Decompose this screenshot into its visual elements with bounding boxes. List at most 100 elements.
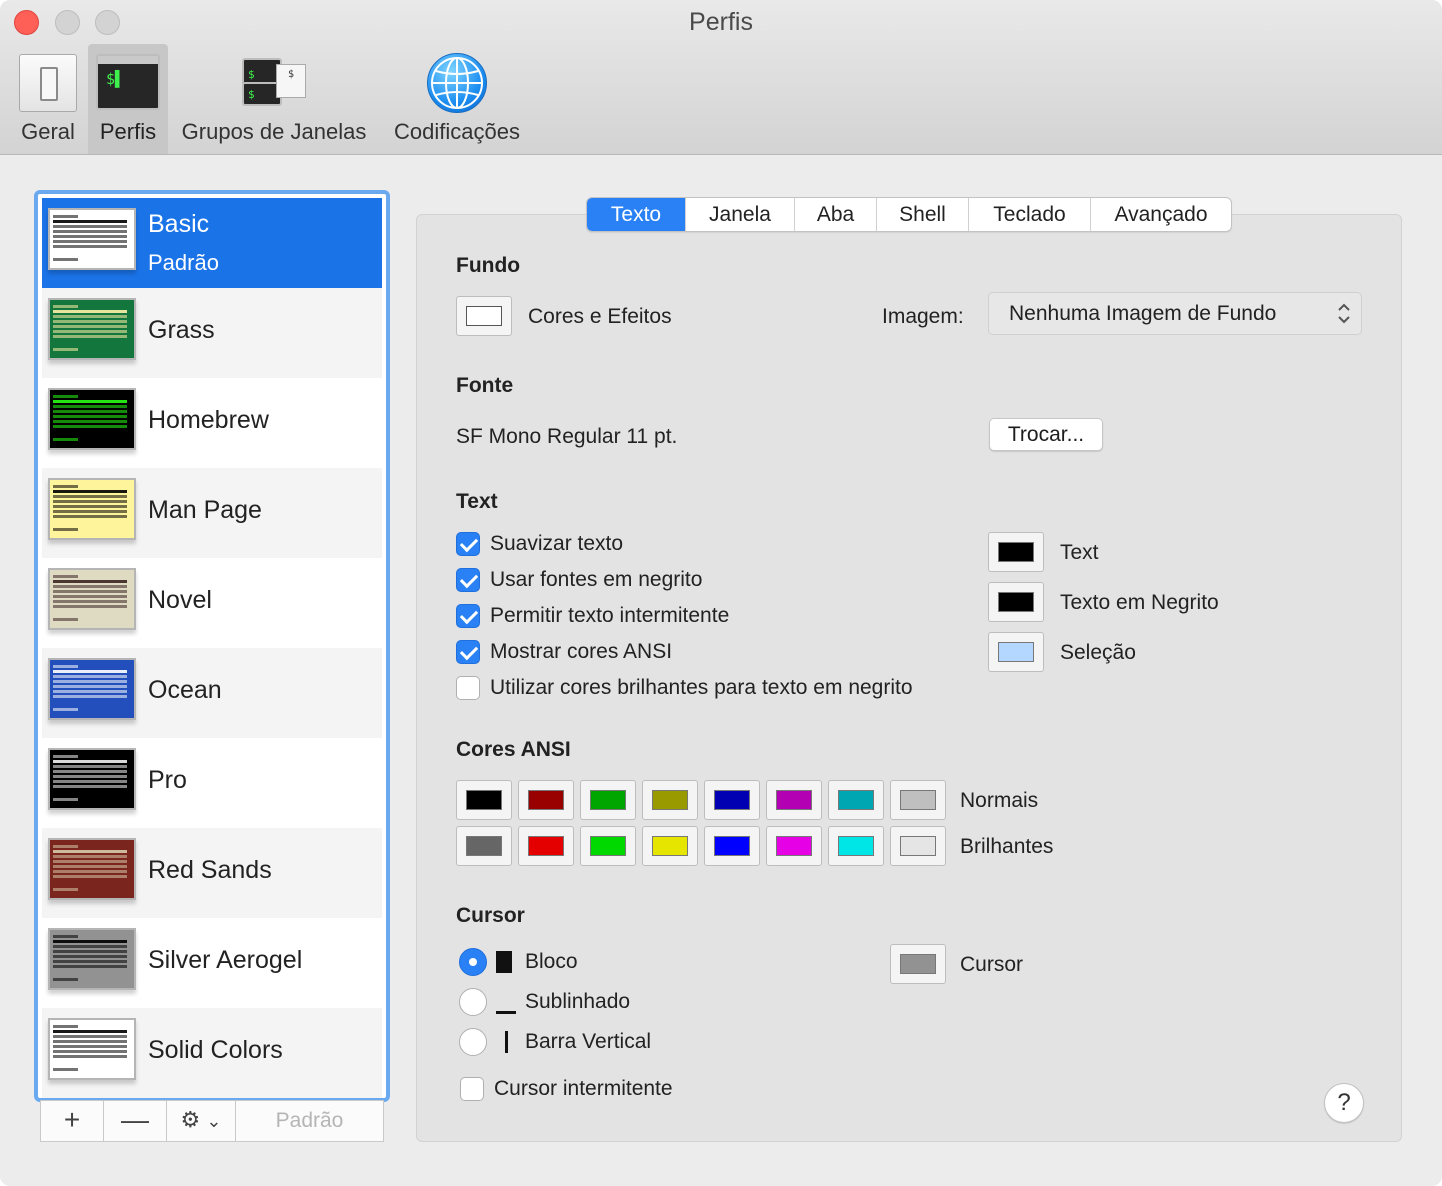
gear-icon: ⚙	[180, 1107, 201, 1132]
ansi-normal-color-well[interactable]	[704, 780, 760, 820]
ansi-normal-color-well[interactable]	[456, 780, 512, 820]
profile-thumbnail	[48, 298, 136, 360]
text-color-well[interactable]	[988, 632, 1044, 672]
profile-name: Homebrew	[148, 406, 269, 434]
profile-thumbnail	[48, 568, 136, 630]
profile-thumbnail	[48, 1018, 136, 1080]
profile-name: Silver Aerogel	[148, 946, 303, 974]
toolbar-item-grupos-de-janelas[interactable]: $ $ $ Grupos de Janelas	[176, 44, 372, 154]
tab-teclado[interactable]: Teclado	[969, 198, 1091, 231]
ansi-bright-color-well[interactable]	[518, 826, 574, 866]
ansi-normal-color-well[interactable]	[518, 780, 574, 820]
change-font-button[interactable]: Trocar...	[989, 418, 1103, 451]
ansi-normal-color-well[interactable]	[890, 780, 946, 820]
tab-aba[interactable]: Aba	[795, 198, 877, 231]
profile-item[interactable]: Ocean	[42, 648, 382, 738]
profile-item[interactable]: Grass	[42, 288, 382, 378]
ansi-normal-color-well[interactable]	[642, 780, 698, 820]
ansi-normal-color-well[interactable]	[828, 780, 884, 820]
ansi-bright-color-well[interactable]	[642, 826, 698, 866]
profile-thumbnail	[48, 748, 136, 810]
ansi-bright-color-well[interactable]	[766, 826, 822, 866]
cursor-style-label: Sublinhado	[525, 990, 631, 1013]
colors-effects-label: Cores e Efeitos	[528, 305, 672, 328]
profile-item[interactable]: Pro	[42, 738, 382, 828]
cursor-style-label: Barra Vertical	[525, 1030, 652, 1053]
tab-bar: Texto Janela Aba Shell Teclado Avançado	[586, 197, 1232, 232]
ansi-normal-color-well[interactable]	[766, 780, 822, 820]
toolbar: Perfis Geral $▌ Perfis $ $ $ Grupos de J…	[0, 0, 1442, 155]
prompt-glyph: $▌	[106, 70, 125, 88]
cursor-color-label: Cursor	[960, 953, 1024, 976]
ansi-bright-color-well[interactable]	[828, 826, 884, 866]
ansi-bright-color-well[interactable]	[456, 826, 512, 866]
background-color-well[interactable]	[456, 296, 512, 336]
blink-cursor-checkbox[interactable]	[460, 1077, 484, 1101]
window-title: Perfis	[689, 8, 753, 36]
ansi-normal-color-well[interactable]	[580, 780, 636, 820]
profile-thumbnail	[48, 208, 136, 270]
text-option-checkbox[interactable]	[456, 604, 480, 628]
tab-avancado[interactable]: Avançado	[1091, 198, 1231, 231]
set-default-button[interactable]: Padrão	[235, 1100, 384, 1142]
section-fonte-title: Fonte	[456, 374, 514, 397]
profile-default-label: Padrão	[148, 250, 219, 275]
profile-item[interactable]: Basic Padrão	[42, 198, 382, 288]
toolbar-item-label: Perfis	[99, 119, 157, 144]
tab-janela[interactable]: Janela	[686, 198, 795, 231]
help-button[interactable]: ?	[1324, 1083, 1364, 1123]
switch-icon	[19, 54, 77, 112]
background-image-select[interactable]: Nenhuma Imagem de Fundo	[988, 292, 1362, 335]
preferences-window: Perfis Geral $▌ Perfis $ $ $ Grupos de J…	[0, 0, 1442, 1186]
ansi-bright-color-well[interactable]	[704, 826, 760, 866]
text-option-checkbox[interactable]	[456, 568, 480, 592]
profile-actions-menu[interactable]: ⚙ ⌄	[166, 1100, 236, 1142]
cursor-style-radio[interactable]	[459, 1028, 487, 1056]
toolbar-item-geral[interactable]: Geral	[10, 44, 86, 154]
profile-thumbnail	[48, 388, 136, 450]
image-label: Imagem:	[882, 305, 964, 328]
remove-profile-button[interactable]: —	[103, 1100, 167, 1142]
profile-item[interactable]: Red Sands	[42, 828, 382, 918]
text-color-well[interactable]	[988, 582, 1044, 622]
toolbar-item-label: Geral	[21, 119, 75, 144]
profile-item[interactable]: Silver Aerogel	[42, 918, 382, 1008]
section-fundo-title: Fundo	[456, 254, 521, 277]
profile-list-buttons: + — ⚙ ⌄ Padrão	[40, 1100, 384, 1142]
add-profile-button[interactable]: +	[40, 1100, 104, 1142]
underline-cursor-icon	[496, 1011, 516, 1014]
text-option-checkbox[interactable]	[456, 640, 480, 664]
text-option-checkbox[interactable]	[456, 532, 480, 556]
ansi-bright-label: Brilhantes	[960, 835, 1054, 858]
ansi-bright-color-well[interactable]	[580, 826, 636, 866]
cursor-color-well[interactable]	[890, 944, 946, 984]
vertical-bar-cursor-icon	[505, 1031, 508, 1053]
cursor-style-label: Bloco	[525, 950, 578, 973]
globe-icon	[427, 53, 487, 113]
text-option-checkbox[interactable]	[456, 676, 480, 700]
terminal-icon: $▌	[96, 54, 160, 110]
tab-texto[interactable]: Texto	[587, 198, 686, 231]
profile-thumbnail	[48, 838, 136, 900]
toolbar-item-perfis[interactable]: $▌ Perfis	[88, 44, 168, 154]
tab-shell[interactable]: Shell	[877, 198, 969, 231]
profile-item[interactable]: Solid Colors	[42, 1008, 382, 1098]
chevron-down-icon: ⌄	[206, 1111, 222, 1131]
section-text-title: Text	[456, 490, 498, 513]
profile-item[interactable]: Novel	[42, 558, 382, 648]
profile-name: Pro	[148, 766, 187, 794]
profile-item[interactable]: Man Page	[42, 468, 382, 558]
ansi-normal-label: Normais	[960, 789, 1039, 812]
toolbar-item-label: Grupos de Janelas	[181, 119, 367, 144]
profile-list[interactable]: Basic Padrão Grass Homebrew Man Page Novel Oce…	[34, 190, 390, 1102]
section-cursor-title: Cursor	[456, 904, 525, 927]
profile-name: Grass	[148, 316, 215, 344]
text-color-well[interactable]	[988, 532, 1044, 572]
toolbar-item-codificacoes[interactable]: Codificações	[386, 44, 528, 154]
cursor-style-radio[interactable]	[459, 948, 487, 976]
cursor-style-radio[interactable]	[459, 988, 487, 1016]
ansi-bright-color-well[interactable]	[890, 826, 946, 866]
font-value: SF Mono Regular 11 pt.	[456, 425, 678, 448]
profile-item[interactable]: Homebrew	[42, 378, 382, 468]
text-option-label: Permitir texto intermitente	[490, 604, 730, 627]
